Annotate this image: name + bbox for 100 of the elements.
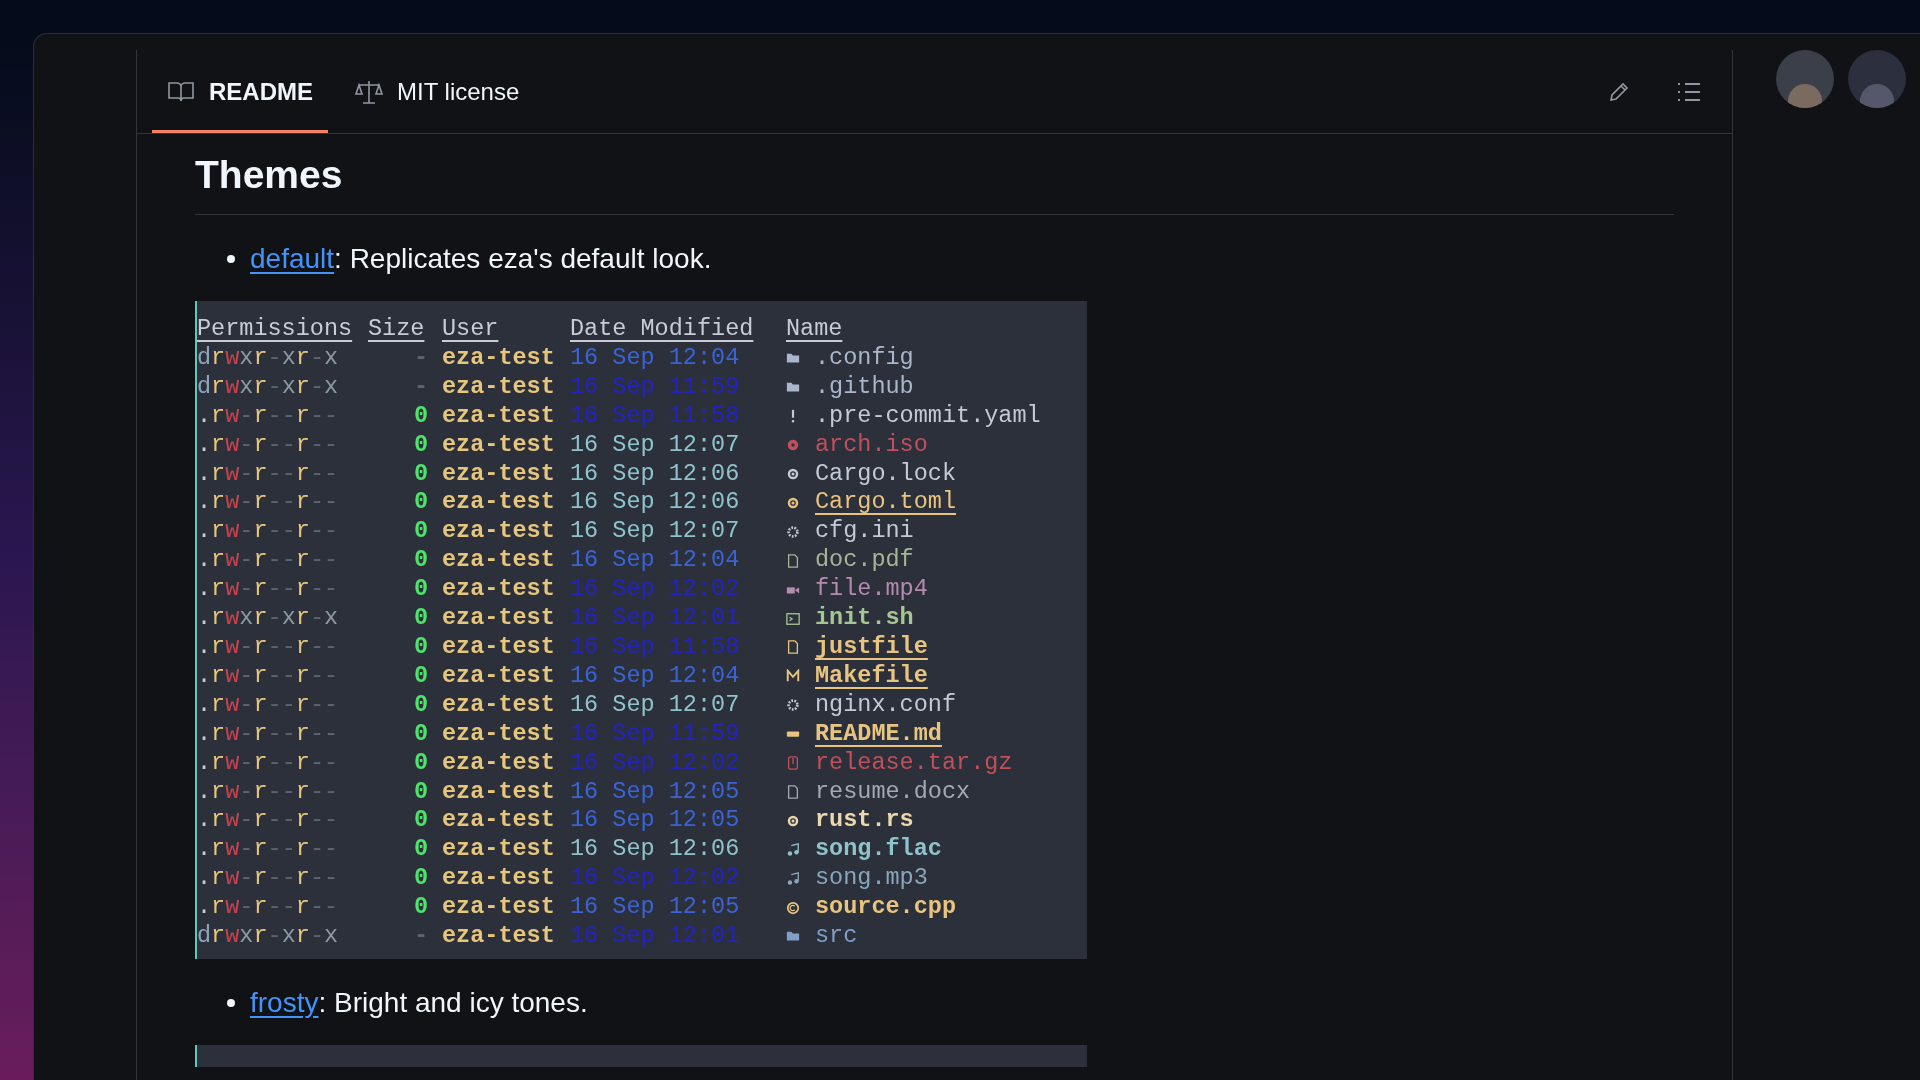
file-name: resume.docx [815,777,971,807]
file-name: .pre-commit.yaml [815,401,1041,431]
document-icon [786,553,800,568]
permissions: .rw-r--r-- [197,459,340,489]
file-name: file.mp4 [815,575,928,605]
permissions: .rw-r--r-- [197,806,340,836]
permissions: .rw-r--r-- [197,777,340,807]
permissions: .rw-r--r-- [197,430,340,460]
file-owner: eza-test [442,546,556,576]
file-size: 0 [412,748,429,778]
scale-icon [355,78,383,105]
permissions: .rw-r--r-- [197,517,340,547]
file-owner: eza-test [442,893,556,923]
file-size: 0 [412,632,429,662]
permissions: .rwxr-xr-x [197,604,340,633]
archive-icon [786,756,800,771]
modified-date: 16 Sep 12:05 [570,777,741,807]
file-name: doc.pdf [815,546,914,576]
file-name: Cargo.toml [815,488,957,518]
file-size: - [412,343,429,373]
modified-date: 16 Sep 12:06 [570,459,741,489]
file-icon [786,640,800,655]
modified-date: 16 Sep 12:02 [570,748,741,778]
file-owner: eza-test [442,343,556,373]
permissions: .rw-r--r-- [197,893,340,923]
permissions: .rw-r--r-- [197,546,340,576]
file-owner: eza-test [442,575,556,605]
file-size: 0 [412,690,429,720]
modified-date: 16 Sep 12:05 [570,893,741,923]
permissions: .rw-r--r-- [197,632,340,662]
file-owner: eza-test [442,835,556,865]
file-owner: eza-test [442,719,556,749]
modified-date: 16 Sep 11:58 [570,401,741,431]
modified-date: 16 Sep 12:06 [570,488,741,518]
file-size: 0 [412,517,429,547]
permissions: drwxr-xr-x [197,922,340,951]
file-name: nginx.conf [815,690,957,720]
modified-date: 16 Sep 12:07 [570,517,741,547]
permissions: .rw-r--r-- [197,690,340,720]
file-size: 0 [412,546,429,576]
file-owner: eza-test [442,748,556,778]
tab[interactable]: MIT license [340,50,535,133]
modified-date: 16 Sep 12:06 [570,835,741,865]
file-owner: eza-test [442,690,556,720]
file-name: rust.rs [815,806,914,836]
file-size: 0 [412,777,429,807]
file-owner: eza-test [442,517,556,547]
file-size: - [412,372,429,402]
permissions: .rw-r--r-- [197,575,340,605]
modified-date: 16 Sep 12:07 [570,430,741,460]
modified-date: 16 Sep 12:01 [570,604,741,633]
column-header: Name [786,315,843,344]
file-owner: eza-test [442,604,556,633]
column-header: User [442,315,500,344]
file-name: README.md [815,719,942,749]
modified-date: 16 Sep 12:04 [570,343,741,373]
file-owner: eza-test [442,430,556,460]
modified-date: 16 Sep 11:59 [570,372,741,402]
permissions: .rw-r--r-- [197,488,340,518]
file-name: Makefile [815,661,928,691]
permissions: .rw-r--r-- [197,835,340,865]
theme-link[interactable]: default [250,243,335,274]
section-heading: Themes [195,146,1674,215]
modified-date: 16 Sep 12:04 [570,661,741,691]
m-icon [786,669,800,684]
file-owner: eza-test [442,922,556,951]
file-name: cfg.ini [815,517,914,547]
permissions: .rw-r--r-- [197,719,340,749]
file-owner: eza-test [442,459,556,489]
file-name: release.tar.gz [815,748,1013,778]
file-name: src [815,922,858,951]
file-owner: eza-test [442,488,556,518]
permissions: .rw-r--r-- [197,661,340,691]
file-owner: eza-test [442,372,556,402]
modified-date: 16 Sep 12:02 [570,864,741,894]
modified-date: 16 Sep 12:07 [570,690,741,720]
theme-link[interactable]: frosty [250,986,319,1018]
file-name: song.flac [815,835,942,865]
file-name: song.mp3 [815,864,928,894]
permissions: drwxr-xr-x [197,343,340,373]
music-note-icon [786,871,800,886]
modified-date: 16 Sep 12:04 [570,546,741,576]
file-name: init.sh [815,604,914,633]
modified-date: 16 Sep 11:58 [570,632,741,662]
file-size: 0 [412,488,429,518]
file-size: 0 [412,459,429,489]
file-owner: eza-test [442,806,556,836]
c-icon [786,900,800,915]
file-owner: eza-test [442,401,556,431]
file-name: justfile [815,632,928,662]
file-size: 0 [412,719,429,749]
theme-description: default: Replicates eza's default look. [250,242,712,276]
file-size: 0 [412,604,429,633]
music-note-icon [786,842,800,857]
file-size: 0 [412,864,429,894]
file-owner: eza-test [442,777,556,807]
file-size: 0 [412,401,429,431]
file-name: Cargo.lock [815,459,957,489]
tab[interactable]: README [152,50,328,133]
permissions: .rw-r--r-- [197,748,340,778]
